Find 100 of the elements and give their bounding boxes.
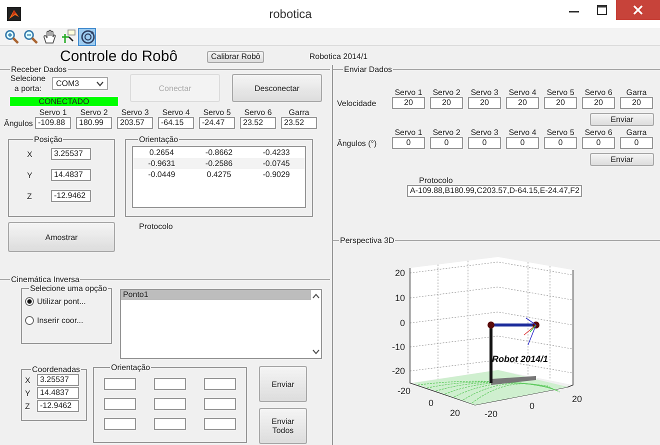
tick-label: 20 xyxy=(394,268,405,278)
input-field[interactable] xyxy=(154,378,186,390)
servo-label: Servo 4 xyxy=(508,128,538,137)
axis-label: X xyxy=(25,376,32,384)
page-title: Controle do Robô xyxy=(60,48,179,65)
caret-icon xyxy=(96,80,104,86)
tick-label: -20 xyxy=(484,409,498,419)
maximize-icon xyxy=(597,5,607,15)
input-field[interactable]: 0 xyxy=(430,137,463,149)
table-cell-text: -0.9631 xyxy=(147,159,176,168)
point-list[interactable]: Ponto1 xyxy=(120,289,322,359)
group-label: Coordenadas xyxy=(31,365,82,374)
value-field: 23.52 xyxy=(281,117,317,129)
input-field[interactable]: 0 xyxy=(544,137,577,149)
scroll-down-icon xyxy=(312,349,320,355)
radio-option[interactable]: Inserir coor... xyxy=(25,316,108,325)
input-field[interactable]: 20 xyxy=(620,97,653,109)
input-field[interactable]: 0 xyxy=(506,137,539,149)
servo-label: Servo 3 xyxy=(470,128,500,137)
subtitle: Robotica 2014/1 xyxy=(309,52,368,61)
servo-label: Servo 1 xyxy=(394,88,424,97)
axis-label: X xyxy=(27,150,34,158)
row-label: Velocidade xyxy=(337,98,378,108)
servo-label: Servo 3 xyxy=(470,88,500,97)
servo-label: Garra xyxy=(625,88,648,97)
close-icon xyxy=(633,5,643,15)
close-button[interactable] xyxy=(616,0,660,20)
row-label: Ângulos xyxy=(4,118,30,128)
group-label: Selecione uma opção xyxy=(29,284,108,293)
input-field[interactable]: 20 xyxy=(430,97,463,109)
table-cell-text: 0.2654 xyxy=(148,148,175,157)
input-field[interactable] xyxy=(104,378,136,390)
input-field[interactable] xyxy=(204,398,236,410)
input-field[interactable]: 20 xyxy=(582,97,615,109)
axis-label: Y xyxy=(27,170,34,180)
data-cursor-icon[interactable] xyxy=(60,28,76,44)
protocol-label: Protocolo xyxy=(419,176,454,185)
radio-option[interactable]: Utilizar pont... xyxy=(25,297,108,306)
axis-label: Y xyxy=(25,388,32,398)
hand-icon[interactable] xyxy=(41,28,57,44)
servo-label: Servo 5 xyxy=(546,88,576,97)
table-cell-text: -0.8662 xyxy=(204,148,234,157)
protocol-label: Protocolo xyxy=(139,222,173,231)
zoom-out-icon[interactable] xyxy=(22,28,38,44)
app-icon xyxy=(7,7,21,21)
input-field[interactable]: 20 xyxy=(506,97,539,109)
servo-label: Servo 1 xyxy=(38,108,68,117)
group-label: Enviar Dados xyxy=(343,65,394,74)
tick-label: 20 xyxy=(572,394,582,404)
servo-label: Servo 6 xyxy=(243,108,273,117)
input-field[interactable] xyxy=(204,378,236,390)
table-cell-text: -0.4233 xyxy=(262,148,291,157)
tick-label: -20 xyxy=(392,366,405,376)
group-label: Cinemática Inversa xyxy=(10,275,80,284)
table-cell-text: -0.9029 xyxy=(262,170,291,179)
send-button[interactable]: Enviar xyxy=(590,113,654,126)
input-field[interactable]: 0 xyxy=(468,137,501,149)
axis-label: Z xyxy=(25,402,31,410)
servo-label: Servo 4 xyxy=(508,88,538,97)
servo-label: Servo 6 xyxy=(584,128,614,137)
input-field[interactable]: 20 xyxy=(544,97,577,109)
port-dropdown[interactable]: COM3 xyxy=(52,77,108,90)
input-field[interactable] xyxy=(154,398,186,410)
row-label: Ângulos (°) xyxy=(337,138,378,148)
input-field[interactable]: 20 xyxy=(468,97,501,109)
axis-label: Z xyxy=(27,192,33,200)
servo-label: Servo 2 xyxy=(432,128,462,137)
tick-label: 0 xyxy=(530,401,534,411)
input-field[interactable]: 0 xyxy=(392,137,425,149)
calibrate-button[interactable]: Calibrar Robô xyxy=(207,50,264,62)
send-button[interactable]: Enviar xyxy=(590,153,654,166)
value-field: 14.4837 xyxy=(51,169,91,181)
list-item[interactable]: Ponto1 xyxy=(120,290,311,300)
group-label: Orientação xyxy=(138,135,180,144)
plot-label: Robot 2014/1 xyxy=(492,354,548,364)
tick-label: 10 xyxy=(394,293,405,303)
protocol-field: A-109.88,B180.99,C203.57,D-64.15,E-24.47,F2 xyxy=(407,185,582,197)
zoom-in-icon[interactable] xyxy=(3,28,19,44)
send-button[interactable]: Enviar xyxy=(259,366,307,402)
input-field[interactable] xyxy=(154,418,186,430)
value-field: -24.47 xyxy=(199,117,235,129)
input-field[interactable] xyxy=(204,418,236,430)
input-field[interactable]: 0 xyxy=(582,137,615,149)
send-all-button[interactable]: Enviar Todos xyxy=(259,408,307,444)
group-label: Receber Dados xyxy=(10,65,68,74)
disconnect-button[interactable]: Desconectar xyxy=(232,74,322,102)
input-field[interactable] xyxy=(104,398,136,410)
value-field: 180.99 xyxy=(76,117,112,129)
servo-label: Servo 2 xyxy=(79,108,109,117)
input-field[interactable] xyxy=(104,418,136,430)
rotate-icon[interactable] xyxy=(79,28,95,44)
group-label: Perspectiva 3D xyxy=(339,236,396,245)
sample-button[interactable]: Amostrar xyxy=(8,222,115,252)
tick-label: 0 xyxy=(428,398,434,408)
input-field[interactable]: 20 xyxy=(392,97,425,109)
value-field: -12.9462 xyxy=(51,190,91,202)
group-label: Posição xyxy=(33,135,64,144)
value-field: 203.57 xyxy=(117,117,153,129)
value-field: 23.52 xyxy=(240,117,276,129)
input-field[interactable]: 0 xyxy=(620,137,653,149)
